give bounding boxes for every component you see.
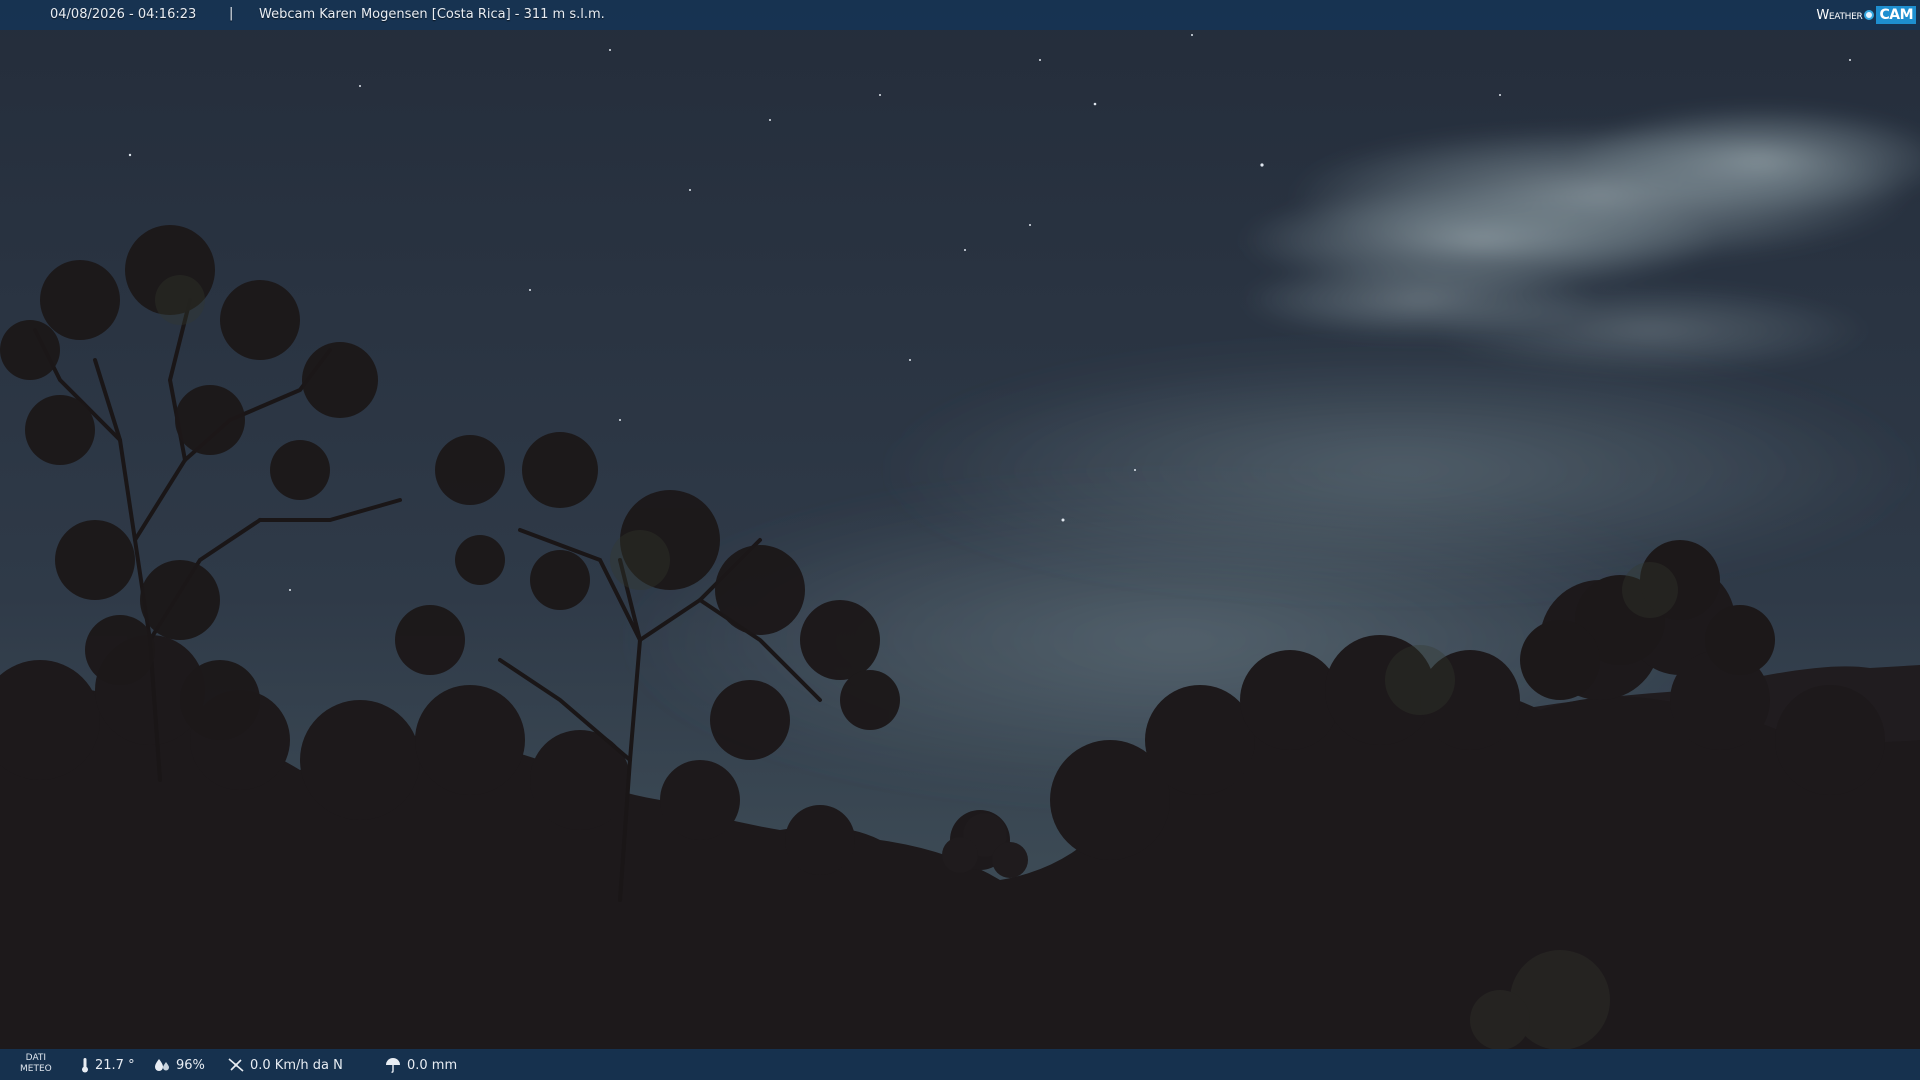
wind-vane-icon (228, 1058, 244, 1072)
rain-umbrella-icon (386, 1058, 400, 1073)
thermometer-icon (82, 1058, 88, 1073)
meteo-label: METEO (20, 1064, 52, 1074)
webcam-frame: 04/08/2026 - 04:16:23 | Webcam Karen Mog… (0, 0, 1920, 1080)
dati-label: DATI (25, 1053, 47, 1063)
temperature-value: 21.7 ° (95, 1057, 135, 1073)
humidity-drops-icon (155, 1059, 169, 1071)
weathercam-logo: Weather CAM (1816, 3, 1916, 27)
logo-text-weather: Weather (1816, 7, 1863, 23)
camera-title: Webcam Karen Mogensen [Costa Rica] - 311… (259, 7, 605, 22)
title-separator: | (229, 6, 234, 21)
top-info-bar: 04/08/2026 - 04:16:23 | Webcam Karen Mog… (0, 0, 1920, 30)
rain-reading: 0.0 mm (384, 1057, 457, 1073)
logo-text-cam: CAM (1876, 6, 1916, 24)
wind-reading: 0.0 Km/h da N (227, 1057, 343, 1073)
capture-timestamp: 04/08/2026 - 04:16:23 (50, 7, 197, 22)
rain-value: 0.0 mm (407, 1057, 458, 1073)
wind-value: 0.0 Km/h da N (250, 1057, 343, 1073)
logo-globe-icon (1864, 10, 1875, 20)
night-sky-forest-scene (0, 0, 1920, 1080)
weather-data-bar: DATI METEO 21.7 ° 96% 0.0 Km/h da N 0.0 … (0, 1049, 1920, 1080)
dati-meteo-label: DATI METEO (20, 1053, 52, 1075)
humidity-reading: 96% (153, 1057, 205, 1073)
temperature-reading: 21.7 ° (80, 1057, 135, 1073)
humidity-value: 96% (176, 1057, 205, 1073)
